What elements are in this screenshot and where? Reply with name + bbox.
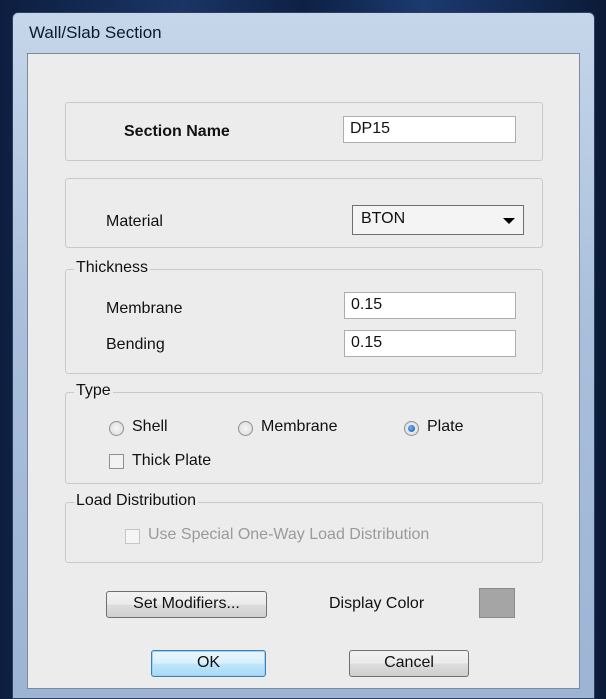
section-name-input[interactable]: DP15: [343, 116, 516, 143]
membrane-label: Membrane: [106, 300, 183, 317]
display-color-swatch[interactable]: [479, 588, 515, 618]
window-title: Wall/Slab Section: [29, 23, 162, 42]
membrane-type-label[interactable]: Membrane: [261, 418, 337, 436]
bending-thickness-input[interactable]: 0.15: [344, 330, 516, 357]
thick-plate-checkbox[interactable]: [109, 454, 124, 469]
thickness-group-label: Thickness: [74, 259, 151, 277]
shell-label[interactable]: Shell: [132, 418, 168, 436]
shell-radio[interactable]: [109, 421, 124, 436]
ok-button[interactable]: OK: [151, 650, 266, 677]
load-distribution-group: Load Distribution Use Special One-Way Lo…: [65, 492, 543, 563]
load-distribution-group-label: Load Distribution: [74, 492, 199, 510]
membrane-thickness-input[interactable]: 0.15: [344, 292, 516, 319]
thickness-group: Thickness Membrane 0.15 Bending 0.15: [65, 259, 543, 374]
type-group-label: Type: [74, 382, 113, 400]
membrane-radio[interactable]: [238, 421, 253, 436]
title-bar[interactable]: Wall/Slab Section: [13, 13, 594, 49]
one-way-load-checkbox[interactable]: [125, 529, 140, 544]
thick-plate-label[interactable]: Thick Plate: [132, 452, 211, 470]
bending-label: Bending: [106, 336, 165, 353]
plate-radio[interactable]: [404, 421, 419, 436]
cancel-button[interactable]: Cancel: [349, 650, 469, 677]
wall-slab-section-dialog: Wall/Slab Section Section Name DP15 Mate…: [12, 12, 595, 699]
material-label: Material: [106, 213, 163, 230]
material-group: Material BTON: [65, 178, 543, 248]
section-name-label: Section Name: [124, 123, 230, 140]
material-dropdown[interactable]: BTON: [352, 205, 524, 235]
dialog-body: Section Name DP15 Material BTON Thicknes…: [27, 53, 580, 689]
plate-label[interactable]: Plate: [427, 418, 463, 436]
one-way-load-label: Use Special One-Way Load Distribution: [148, 526, 430, 543]
section-name-group: Section Name DP15: [65, 102, 543, 161]
display-color-label: Display Color: [329, 595, 425, 612]
material-selected-value: BTON: [361, 210, 406, 227]
chevron-down-icon: [503, 218, 515, 224]
set-modifiers-button[interactable]: Set Modifiers...: [106, 591, 267, 618]
type-group: Type Shell Membrane Plate Thick Plate: [65, 382, 543, 484]
